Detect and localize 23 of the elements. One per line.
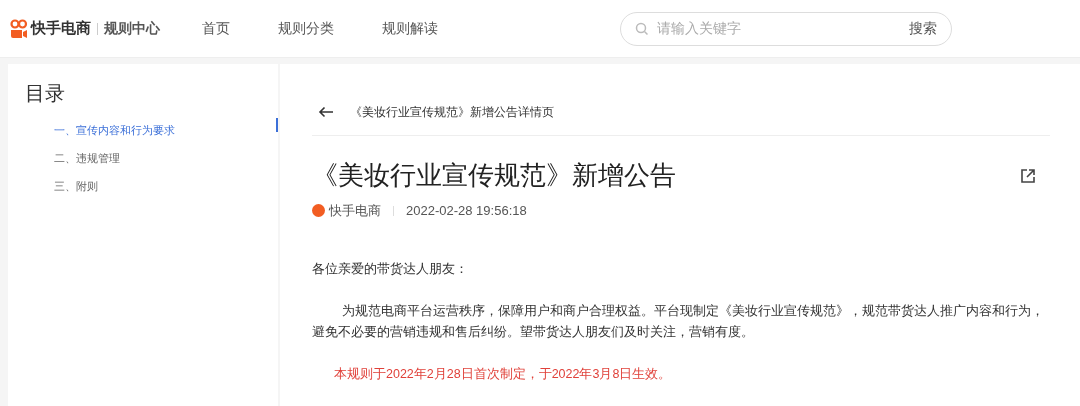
- nav-link[interactable]: 规则解读: [382, 18, 438, 39]
- paragraph: 各位亲爱的带货达人朋友：: [312, 260, 469, 278]
- author-name: 快手电商: [329, 202, 381, 220]
- search-button[interactable]: 搜索: [909, 18, 937, 39]
- section-title: 规则中心: [104, 19, 160, 38]
- toc-title: 目录: [25, 81, 66, 106]
- search-icon: [635, 21, 649, 36]
- paragraph: 本规则于2022年2月28日首次制定，于2022年3月8日生效。: [333, 365, 673, 383]
- brand-name: 快手电商: [31, 18, 91, 39]
- paragraph: 为规范电商平台运营秩序，保障用户和商户合理权益。平台现制定《美妆行业宣传规范》，规范带货达人推广内容和行为，避免不必要的营销违规和售后纠纷。望带货达人朋友们及时关注，营销有度。: [312, 302, 1045, 341]
- share-icon[interactable]: [1020, 167, 1036, 184]
- publish-date: 2022-02-28 19:56:18: [406, 202, 527, 220]
- toc-item[interactable]: 一、宣传内容和行为要求: [54, 124, 175, 136]
- nav-link[interactable]: 规则分类: [278, 18, 334, 39]
- article-title: 《美妆行业宣传规范》新增公告: [312, 159, 676, 192]
- toc-item[interactable]: 三、附则: [54, 180, 98, 192]
- back-arrow-icon[interactable]: [318, 105, 334, 118]
- author-avatar-icon: [312, 204, 325, 218]
- nav-link[interactable]: 首页: [202, 18, 230, 39]
- search-field[interactable]: 请输入关键字 搜索: [620, 11, 952, 46]
- toc-item[interactable]: 二、违规管理: [54, 152, 120, 164]
- breadcrumb-title: 《美妆行业宣传规范》新增公告详情页: [350, 103, 554, 121]
- logo-icon: [10, 18, 28, 39]
